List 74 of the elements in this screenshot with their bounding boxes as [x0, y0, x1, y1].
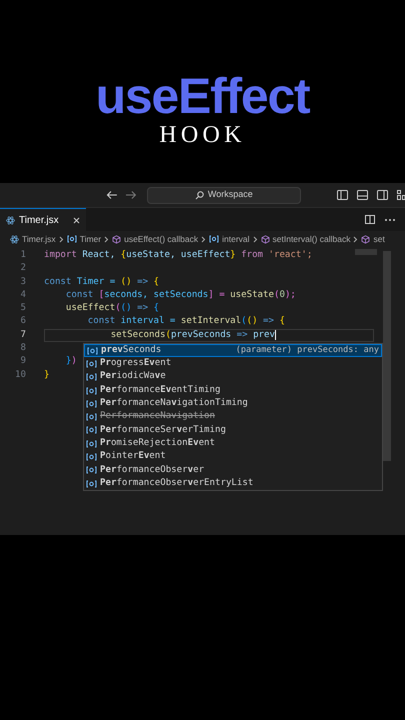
back-arrow-icon[interactable]: [106, 190, 118, 200]
react-icon: [10, 234, 19, 244]
text-cursor: [274, 330, 276, 340]
line-number: 7: [20, 328, 27, 342]
variable-icon: [86, 360, 97, 368]
code-line: }): [64, 355, 77, 368]
line-number: 3: [20, 276, 27, 289]
line-number: 5: [20, 302, 27, 316]
breadcrumb-item[interactable]: Timer.jsx: [22, 232, 56, 246]
line-number: 1: [20, 249, 27, 262]
close-icon[interactable]: [72, 216, 80, 224]
line-number: 9: [20, 355, 27, 368]
suggestion-item[interactable]: PromiseRejectionEvent: [84, 437, 382, 450]
title: useEffect: [96, 70, 310, 122]
code-line: setSeconds(prevSeconds => prev: [110, 328, 275, 342]
chevron-icon: [252, 236, 258, 242]
search-field[interactable]: Workspace: [146, 186, 301, 204]
split-editor-icon[interactable]: [365, 215, 375, 224]
line-number: 10: [14, 368, 27, 382]
editor-tab[interactable]: Timer.jsx: [0, 208, 86, 231]
variable-icon: [86, 453, 97, 462]
code-line: const [seconds, setSeconds] = useState(0);: [64, 288, 296, 302]
chevron-icon: [104, 236, 110, 242]
code-line: }: [44, 368, 50, 382]
breadcrumb-item[interactable]: set: [373, 232, 385, 246]
variable-icon: [66, 235, 77, 243]
chevron-icon: [58, 236, 64, 242]
variable-icon: [86, 440, 97, 448]
forward-arrow-icon[interactable]: [124, 190, 137, 200]
line-number: 2: [20, 262, 27, 276]
react-icon: [6, 216, 15, 224]
search-icon: [194, 190, 204, 200]
suggestion-item[interactable]: prevSeconds (parameter) prevSeconds: any: [84, 344, 382, 358]
cube-icon: [260, 234, 270, 244]
chevron-icon: [353, 236, 358, 242]
search-text: Workspace: [208, 188, 253, 202]
breadcrumb-item[interactable]: Timer: [80, 232, 102, 246]
variable-icon: [87, 346, 98, 355]
code-line: useEffect(() => {: [64, 302, 160, 316]
minimap: [355, 249, 377, 255]
suggestion-item[interactable]: PerformanceServerTiming: [84, 424, 382, 438]
grid-layout-icon[interactable]: [396, 190, 405, 200]
code-line: import React, {useState, useEffect} from 'react';: [44, 249, 312, 262]
code-line: const Timer = () => {: [44, 276, 160, 289]
code-line: const interval = setInterval(() => {: [86, 315, 285, 328]
cube-icon: [112, 234, 122, 244]
split-layout-icon[interactable]: [376, 190, 388, 200]
suggestion-item[interactable]: PerformanceNavigationTiming: [84, 397, 382, 410]
suggestion-item[interactable]: PeriodicWave: [84, 370, 382, 384]
suggestion-item[interactable]: ProgressEvent: [84, 357, 382, 371]
panel-layout-icon[interactable]: [356, 190, 368, 200]
variable-icon: [86, 466, 97, 474]
suggestion-item[interactable]: PerformanceObserverEntryList: [84, 476, 382, 490]
breadcrumb-item[interactable]: useEffect() callback: [124, 232, 198, 246]
cube-icon: [361, 234, 370, 244]
variable-icon: [86, 413, 97, 422]
sidebar-layout-icon[interactable]: [336, 190, 348, 200]
line-number: 6: [20, 315, 27, 328]
suggestion-item[interactable]: PointerEvent: [84, 450, 382, 464]
line-number: 4: [20, 288, 27, 302]
breadcrumb-item[interactable]: interval: [222, 232, 250, 246]
variable-icon: [86, 373, 97, 382]
subtitle: HOOK: [159, 122, 246, 148]
chevron-icon: [201, 236, 206, 242]
variable-icon: [209, 235, 220, 243]
breadcrumb-item[interactable]: setInterval() callback: [272, 232, 350, 246]
variable-icon: [86, 426, 97, 434]
line-number: 8: [20, 342, 27, 356]
suggestion-item[interactable]: PerformanceEventTiming: [84, 384, 382, 398]
suggestion-item[interactable]: PerformanceNavigation: [84, 410, 382, 424]
variable-icon: [86, 480, 97, 488]
suggestion-item[interactable]: PerformanceObserver: [84, 464, 382, 477]
variable-icon: [86, 386, 97, 395]
variable-icon: [86, 400, 97, 408]
